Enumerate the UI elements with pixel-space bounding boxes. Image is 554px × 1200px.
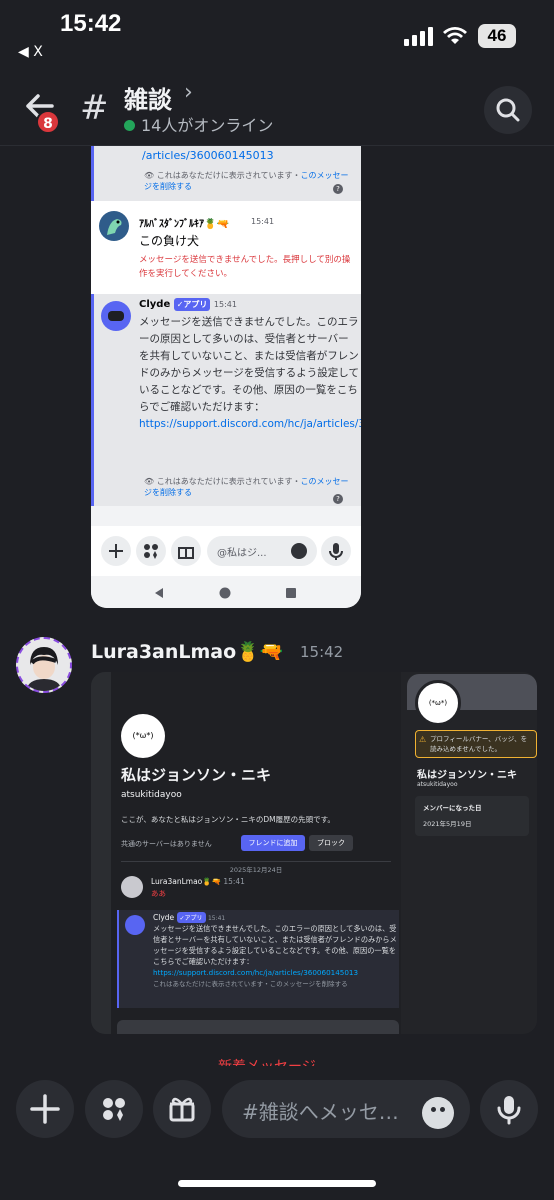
search-icon xyxy=(496,98,520,122)
timestamp: 15:41 xyxy=(251,217,275,226)
server-strip xyxy=(91,672,111,1034)
profile-name: 私はジョンソン・ニキ xyxy=(417,770,517,781)
error-text: メッセージを送信できませんでした。長押しして別の操作を実行してください。 xyxy=(139,255,351,279)
author-name: Lura3anLmao🍍🔫 15:41 xyxy=(151,877,245,886)
attached-image-1[interactable]: /articles/360060145013 👁 これはあなただけに表示されてい… xyxy=(91,146,361,608)
author-name[interactable]: ｱﾙﾊﾞｽﾀﾞﾝﾌﾞﾙｷｱ🍍🔫 xyxy=(139,215,229,230)
emoji-icon[interactable] xyxy=(291,543,307,559)
search-button[interactable] xyxy=(484,86,532,134)
warning-box: ⚠ プロフィールバナー、バッジ、を読み込めませんでした。 xyxy=(415,730,537,758)
android-nav-bar xyxy=(91,576,361,608)
profile-avatar: (*ω*) xyxy=(415,680,461,726)
wifi-icon xyxy=(442,24,468,46)
channel-name[interactable]: 雑談 xyxy=(124,80,172,115)
apps-button[interactable] xyxy=(85,1080,143,1138)
clyde-message-tail: /articles/360060145013 👁 これはあなただけに表示されてい… xyxy=(91,146,361,201)
help-icon[interactable]: ? xyxy=(333,184,343,194)
add-friend-button[interactable]: フレンドに追加 xyxy=(241,835,305,851)
voice-message-button[interactable] xyxy=(480,1080,538,1138)
ephemeral-note: 👁 これはあなただけに表示されています・このメッセージを削除する xyxy=(144,477,349,497)
member-since-date: 2021年5月19日 xyxy=(423,820,472,828)
message-body: メッセージを送信できませんでした。このエラーの原因として多いのは、受信者とサーバ… xyxy=(139,314,361,433)
attached-image-2[interactable]: (*ω*) 私はジョンソン・ニキ atsukitidayoo ここが、あなたと私… xyxy=(91,672,537,1034)
plus-icon[interactable] xyxy=(101,536,131,566)
app-tag: ✓アプリ xyxy=(173,298,211,311)
signal-icon xyxy=(404,26,434,46)
channel-header: 8 # 雑談 › 14人がオンライン xyxy=(0,70,554,146)
profile-panel: (*ω*) ⚠ プロフィールバナー、バッジ、を読み込めませんでした。 私はジョンソ… xyxy=(407,674,537,1034)
message-body: メッセージを送信できませんでした。このエラーの原因として多いのは、受信者とサーバ… xyxy=(153,924,397,988)
member-since-label: メンバーになった日 xyxy=(423,804,482,812)
home-indicator[interactable] xyxy=(178,1180,376,1187)
dm-description: ここが、あなたと私はジョンソン・ニキのDM履歴の先頭です。 xyxy=(121,815,335,824)
profile-username: atsukitidayoo xyxy=(417,781,458,788)
nav-recents-icon[interactable] xyxy=(285,587,297,599)
gift-icon[interactable] xyxy=(171,536,201,566)
gift-icon xyxy=(169,1097,195,1122)
avatar[interactable] xyxy=(16,637,72,693)
clyde-avatar xyxy=(125,915,145,935)
plus-icon xyxy=(30,1094,60,1124)
emoji-icon[interactable] xyxy=(422,1097,454,1129)
clyde-message: Clyde ✓アプリ 15:41 メッセージを送信できませんでした。このエラーの… xyxy=(117,910,399,1008)
avatar xyxy=(99,211,129,241)
author-name: Clyde ✓アプリ 15:41 xyxy=(153,912,226,923)
ephemeral-note: 👁 これはあなただけに表示されています・このメッセージを削除する xyxy=(144,171,349,191)
channel-hash-icon: # xyxy=(80,88,109,128)
support-link[interactable]: https://support.discord.com/hc/ja/articl… xyxy=(139,418,361,430)
message-item: ｱﾙﾊﾞｽﾀﾞﾝﾌﾞﾙｷｱ🍍🔫 15:41 この負け犬 メッセージを送信できませ… xyxy=(91,201,361,294)
timestamp: 15:42 xyxy=(300,643,344,661)
battery-icon: 46 xyxy=(478,24,516,48)
microphone-icon[interactable] xyxy=(321,536,351,566)
apps-icon[interactable] xyxy=(136,536,166,566)
microphone-icon xyxy=(497,1096,521,1125)
author-name: Clyde ✓アプリ 15:41 xyxy=(139,298,237,311)
profile-username: atsukitidayoo xyxy=(121,790,182,800)
member-since-box: メンバーになった日 2021年5月19日 xyxy=(415,796,529,836)
status-bar: 15:42 ◀ X 46 xyxy=(0,0,554,70)
unread-badge: 8 xyxy=(36,110,60,134)
back-to-app-link[interactable]: ◀ X xyxy=(18,44,43,60)
message-input[interactable] xyxy=(117,1020,399,1034)
support-link[interactable]: /articles/360060145013 xyxy=(142,149,274,162)
composer-bar: @私はジ... xyxy=(91,526,361,576)
profile-avatar: (*ω*) xyxy=(121,714,165,758)
apps-icon xyxy=(103,1098,125,1121)
message-text: ああ xyxy=(151,889,166,898)
author-name[interactable]: Lura3anLmao🍍🔫 xyxy=(91,640,284,663)
profile-title: 私はジョンソン・ニキ xyxy=(121,766,272,784)
dm-panel: (*ω*) 私はジョンソン・ニキ atsukitidayoo ここが、あなたと私… xyxy=(91,672,401,1034)
warning-icon: ⚠ xyxy=(419,735,427,744)
online-dot-icon xyxy=(124,120,135,131)
nav-back-icon[interactable] xyxy=(153,587,165,599)
ephemeral-note: これはあなただけに表示されています・このメッセージを削除する xyxy=(153,980,348,988)
common-servers: 共通のサーバーはありません xyxy=(121,840,212,848)
block-button[interactable]: ブロック xyxy=(309,835,353,851)
date-divider: 2025年12月24日 xyxy=(121,861,391,874)
gift-button[interactable] xyxy=(153,1080,211,1138)
nav-home-icon[interactable] xyxy=(219,587,231,599)
chevron-right-icon[interactable]: › xyxy=(184,80,193,105)
help-icon[interactable]: ? xyxy=(333,494,343,504)
avatar xyxy=(121,876,143,898)
clyde-avatar xyxy=(101,301,131,331)
online-count: 14人がオンライン xyxy=(124,112,273,136)
clyde-message: Clyde ✓アプリ 15:41 メッセージを送信できませんでした。このエラーの… xyxy=(91,294,361,506)
support-link[interactable]: https://support.discord.com/hc/ja/articl… xyxy=(153,968,358,977)
add-button[interactable] xyxy=(16,1080,74,1138)
clock: 15:42 xyxy=(60,10,122,37)
message-text: この負け犬 xyxy=(139,234,200,248)
